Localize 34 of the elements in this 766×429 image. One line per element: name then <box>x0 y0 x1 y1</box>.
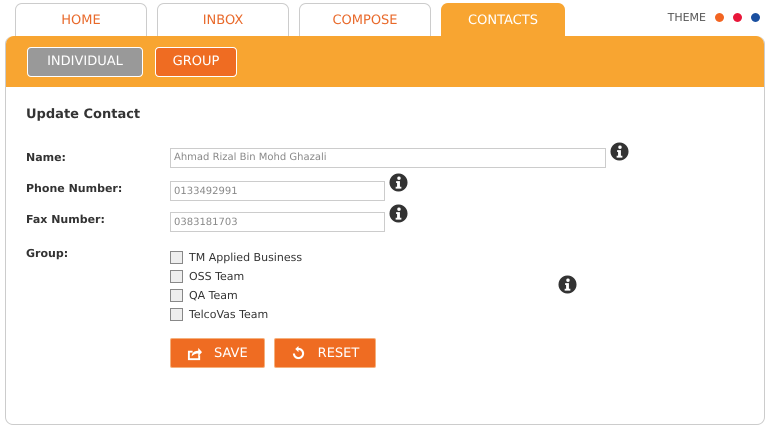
theme-label: THEME <box>668 11 706 24</box>
nav-tab[interactable]: HOME <box>15 3 147 36</box>
action-button[interactable]: SAVE <box>170 338 265 368</box>
theme-swatch[interactable] <box>751 13 760 22</box>
nav-tab[interactable]: COMPOSE <box>299 3 431 36</box>
checkbox[interactable] <box>170 308 183 321</box>
checkbox[interactable] <box>170 251 183 264</box>
text-field[interactable]: 0133492991 <box>170 181 385 201</box>
share-icon <box>187 346 202 360</box>
info-icon[interactable] <box>610 142 629 161</box>
checkbox[interactable] <box>170 270 183 283</box>
nav-tab[interactable]: CONTACTS <box>441 3 565 37</box>
sub-tab[interactable]: GROUP <box>155 46 237 76</box>
text-field[interactable]: Ahmad Rizal Bin Mohd Ghazali <box>170 148 606 168</box>
info-icon[interactable] <box>389 173 408 192</box>
checkbox[interactable] <box>170 289 183 302</box>
field-label: Group: <box>26 247 70 260</box>
form-title: Update Contact <box>26 107 142 122</box>
checkbox-label: OSS Team <box>189 270 244 283</box>
info-icon[interactable] <box>389 204 408 223</box>
nav-tab[interactable]: INBOX <box>157 3 289 36</box>
text-field[interactable]: 0383181703 <box>170 212 385 232</box>
theme-swatch[interactable] <box>715 13 724 22</box>
checkbox-label: QA Team <box>189 289 238 302</box>
field-label: Name: <box>26 151 67 164</box>
field-label: Phone Number: <box>26 182 124 195</box>
info-icon[interactable] <box>558 275 578 294</box>
checkbox-label: TM Applied Business <box>189 251 302 264</box>
sub-tab[interactable]: INDIVIDUAL <box>27 46 143 76</box>
theme-swatch[interactable] <box>733 13 742 22</box>
field-label: Fax Number: <box>26 213 106 226</box>
checkbox-label: TelcoVas Team <box>189 308 268 321</box>
action-button[interactable]: RESET <box>274 338 376 368</box>
refresh-icon <box>290 346 306 360</box>
